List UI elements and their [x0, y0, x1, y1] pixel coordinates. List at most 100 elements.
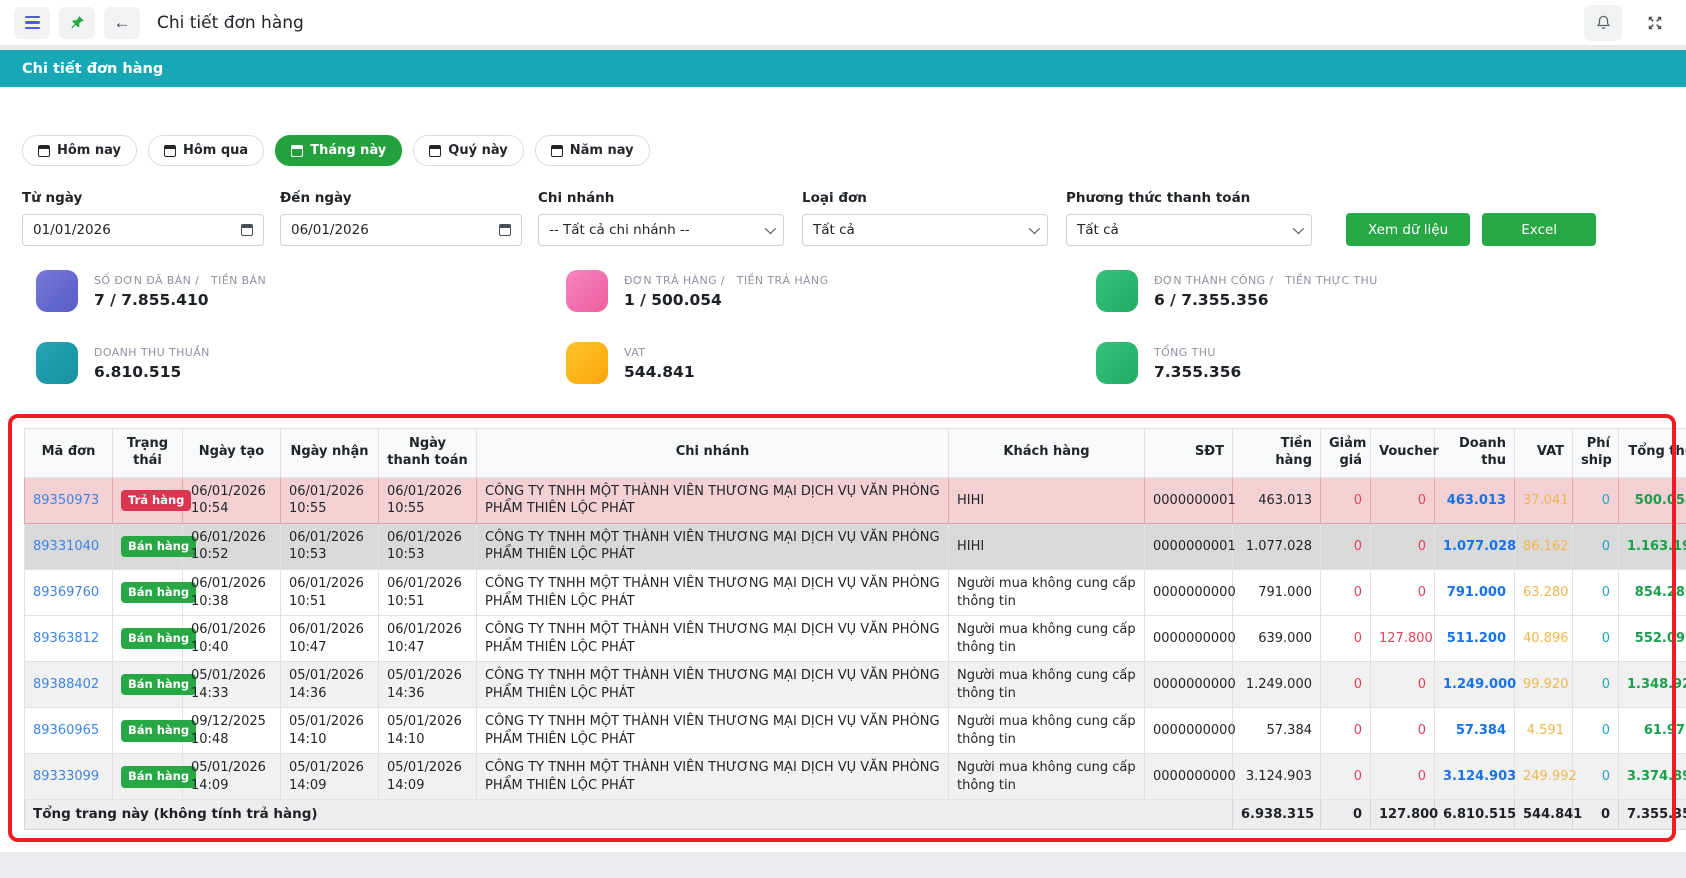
orders-table: Mã đơnTrạng tháiNgày tạoNgày nhậnNgày th… [24, 428, 1686, 830]
column-header-revenue: Doanh thu [1435, 429, 1515, 478]
order-type-select[interactable]: Tất cả [802, 214, 1048, 246]
payment-method-select[interactable]: Tất cả [1066, 214, 1312, 246]
cell-voucher: 0 [1371, 477, 1435, 523]
stat-icon [36, 270, 78, 312]
created-time: 10:54 [191, 500, 272, 518]
column-header-id: Mã đơn [25, 429, 113, 478]
table-row: 89350973Trả hàng06/01/202610:5406/01/202… [25, 477, 1686, 523]
cell-phone: 0000000001 [1145, 477, 1233, 523]
quick-filter-button[interactable]: Hôm qua [148, 135, 264, 166]
order-id-link[interactable]: 89369760 [33, 585, 99, 600]
cell-customer: HIHI [949, 477, 1145, 523]
stat-value: 1 / 500.054 [624, 291, 829, 309]
quick-filter-label: Năm nay [570, 143, 634, 158]
quick-filter-button[interactable]: Năm nay [535, 135, 650, 166]
cell-ship: 0 [1573, 569, 1619, 615]
excel-export-button[interactable]: Excel [1482, 213, 1596, 246]
menu-button[interactable] [14, 7, 50, 39]
cell-voucher: 0 [1371, 523, 1435, 569]
column-header-phone: SĐT [1145, 429, 1233, 478]
from-date-group: Từ ngày 01/01/2026 [22, 190, 264, 246]
cell-order-id: 89360965 [25, 708, 113, 754]
received-time: 10:51 [289, 593, 370, 611]
order-id-link[interactable]: 89388402 [33, 677, 99, 692]
received-date: 06/01/2026 [289, 483, 370, 501]
cell-subtotal: 57.384 [1233, 708, 1321, 754]
cell-paid: 05/01/202614:36 [379, 662, 477, 708]
table-row: 89333099Bán hàng05/01/202614:0905/01/202… [25, 754, 1686, 800]
created-time: 10:38 [191, 593, 272, 611]
cell-paid: 05/01/202614:09 [379, 754, 477, 800]
cell-total: 1.348.920 [1619, 662, 1686, 708]
paid-time: 14:09 [387, 777, 468, 795]
received-time: 14:09 [289, 777, 370, 795]
cell-branch: CÔNG TY TNHH MỘT THÀNH VIÊN THƯƠNG MẠI D… [477, 569, 949, 615]
cell-branch: CÔNG TY TNHH MỘT THÀNH VIÊN THƯƠNG MẠI D… [477, 754, 949, 800]
notifications-button[interactable] [1584, 5, 1622, 41]
cell-revenue: 1.249.000 [1435, 662, 1515, 708]
quick-filter-button[interactable]: Hôm nay [22, 135, 137, 166]
chevron-down-icon [1029, 223, 1040, 234]
hamburger-icon [25, 16, 40, 29]
to-date-label: Đến ngày [280, 190, 522, 206]
created-date: 06/01/2026 [191, 575, 272, 593]
order-id-link[interactable]: 89333099 [33, 769, 99, 784]
order-id-link[interactable]: 89363812 [33, 631, 99, 646]
pin-icon [70, 15, 85, 30]
created-date: 06/01/2026 [191, 621, 272, 639]
cell-revenue: 791.000 [1435, 569, 1515, 615]
expand-icon [1647, 15, 1663, 31]
stat-label: VAT [624, 346, 695, 359]
branch-select[interactable]: -- Tất cả chi nhánh -- [538, 214, 784, 246]
cell-ship: 0 [1573, 616, 1619, 662]
cell-paid: 06/01/202610:53 [379, 523, 477, 569]
status-badge: Bán hàng [121, 766, 196, 788]
column-header-discount: Giảm giá [1321, 429, 1371, 478]
cell-phone: 0000000000 [1145, 616, 1233, 662]
stat-icon [1096, 270, 1138, 312]
paid-date: 05/01/2026 [387, 667, 468, 685]
created-date: 05/01/2026 [191, 759, 272, 777]
to-date-input[interactable]: 06/01/2026 [280, 214, 522, 246]
fullscreen-button[interactable] [1640, 8, 1670, 38]
cell-total: 500.054 [1619, 477, 1686, 523]
cell-discount: 0 [1321, 569, 1371, 615]
from-date-input[interactable]: 01/01/2026 [22, 214, 264, 246]
cell-branch: CÔNG TY TNHH MỘT THÀNH VIÊN THƯƠNG MẠI D… [477, 662, 949, 708]
stat-text: ĐƠN THÀNH CÔNG / TIỀN THỰC THU6 / 7.355.… [1154, 274, 1378, 309]
status-badge: Trả hàng [121, 490, 191, 512]
table-row: 89369760Bán hàng06/01/202610:3806/01/202… [25, 569, 1686, 615]
page-banner: Chi tiết đơn hàng [0, 50, 1686, 87]
back-button[interactable]: ← [104, 7, 140, 39]
column-header-voucher: Voucher [1371, 429, 1435, 478]
created-time: 10:40 [191, 639, 272, 657]
stat-value: 7 / 7.855.410 [94, 291, 266, 309]
received-time: 10:53 [289, 546, 370, 564]
order-id-link[interactable]: 89350973 [33, 493, 99, 508]
footer-total: 7.355.356 [1619, 800, 1686, 829]
quick-filter-label: Hôm nay [57, 143, 121, 158]
cell-received: 06/01/202610:47 [281, 616, 379, 662]
cell-subtotal: 791.000 [1233, 569, 1321, 615]
cell-customer: HIHI [949, 523, 1145, 569]
cell-customer: Người mua không cung cấp thông tin [949, 708, 1145, 754]
footer-vat: 544.841 [1515, 800, 1573, 829]
cell-vat: 40.896 [1515, 616, 1573, 662]
calendar-icon [164, 145, 176, 157]
received-date: 05/01/2026 [289, 667, 370, 685]
cell-status: Bán hàng [113, 523, 183, 569]
column-header-customer: Khách hàng [949, 429, 1145, 478]
cell-branch: CÔNG TY TNHH MỘT THÀNH VIÊN THƯƠNG MẠI D… [477, 477, 949, 523]
stat-text: TỔNG THU7.355.356 [1154, 346, 1241, 381]
quick-filter-button[interactable]: Tháng này [275, 135, 402, 166]
cell-order-id: 89388402 [25, 662, 113, 708]
created-time: 10:48 [191, 731, 272, 749]
view-data-button[interactable]: Xem dữ liệu [1346, 213, 1470, 246]
order-id-link[interactable]: 89331040 [33, 539, 99, 554]
page-title: Chi tiết đơn hàng [157, 13, 304, 33]
cell-created: 06/01/202610:38 [183, 569, 281, 615]
quick-filter-button[interactable]: Quý này [413, 135, 523, 166]
chevron-down-icon [765, 223, 776, 234]
order-id-link[interactable]: 89360965 [33, 723, 99, 738]
pin-button[interactable] [59, 7, 95, 39]
